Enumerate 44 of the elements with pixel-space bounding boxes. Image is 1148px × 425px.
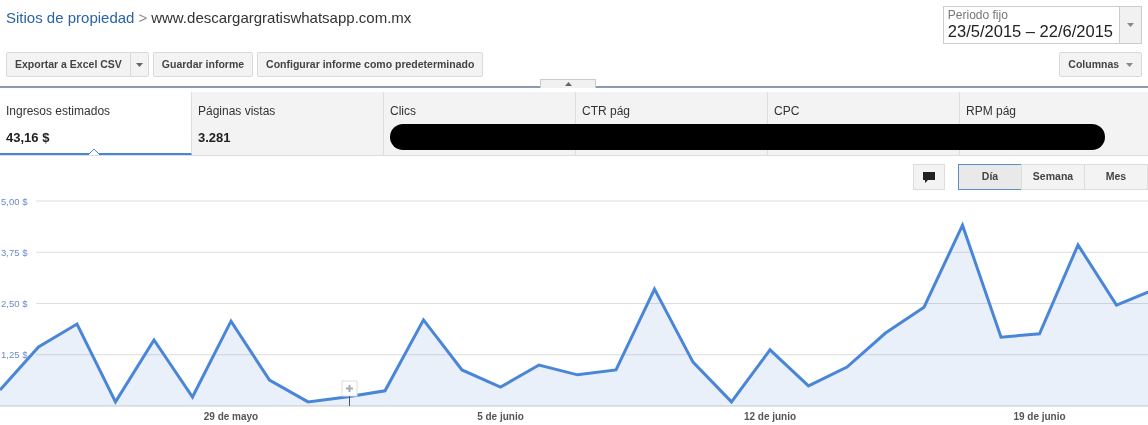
caret-icon [1127,23,1134,27]
caret-icon [1126,62,1133,67]
x-axis-label: 5 de junio [477,411,524,422]
toolbar-button[interactable]: Guardar informe [152,52,254,77]
x-axis-label: 29 de mayo [203,411,259,422]
date-range: 23/5/2015 – 22/6/2015 [947,23,1113,40]
metric-label: CTR pág [582,103,632,120]
granularity-button[interactable]: Semana [1021,164,1085,190]
metric-tab[interactable]: Páginas vistas 3.281 [192,92,384,155]
site-title: www.descargargratiswhatsapp.com.mx [151,9,412,26]
y-axis-label: 3,75 $ [1,246,28,258]
breadcrumb-separator: > [138,9,148,26]
y-axis-label: 5,00 $ [1,195,28,207]
metric-label: Páginas vistas [198,103,277,120]
y-axis-label: 2,50 $ [1,298,28,309]
comment-icon [922,170,936,184]
selection-notch-icon [88,148,100,155]
metric-value: 43,16 $ [6,129,51,147]
y-axis-label: 1,25 $ [1,349,28,361]
caret-icon [135,62,143,67]
metric-label: CPC [774,103,801,120]
metric-tab[interactable]: CPC [768,92,960,155]
x-axis-label: 12 de junio [743,411,797,422]
caret-up-icon [564,82,572,86]
x-axis-label: 19 de junio [1013,411,1066,422]
columns-button[interactable]: Columnas [1059,52,1142,77]
metric-tab[interactable]: CTR pág [576,92,768,155]
metric-label: Clics [390,103,417,120]
toolbar-button[interactable]: Configurar informe como predeterminado [257,52,484,77]
annotation-button[interactable] [913,164,945,190]
date-range-picker[interactable]: Periodo fijo 23/5/2015 – 22/6/2015 [942,6,1142,44]
period-label: Periodo fijo [947,9,1009,21]
toolbar-button[interactable]: Exportar a Excel CSV [6,52,131,77]
breadcrumb-link[interactable]: Sitios de propiedad [6,9,135,26]
add-annotation-icon[interactable] [341,380,358,407]
metric-tab[interactable]: Ingresos estimados 43,16 $ [0,92,192,155]
collapse-handle[interactable] [540,79,596,88]
metric-label: Ingresos estimados [6,103,112,120]
granularity-button[interactable]: Mes [1084,164,1148,190]
metric-tab[interactable]: RPM pág [960,92,1148,155]
metric-value: 3.281 [198,129,232,147]
metric-label: RPM pág [966,103,1018,120]
granularity-button[interactable]: Día [958,164,1022,190]
metric-tab[interactable]: Clics [384,92,576,155]
